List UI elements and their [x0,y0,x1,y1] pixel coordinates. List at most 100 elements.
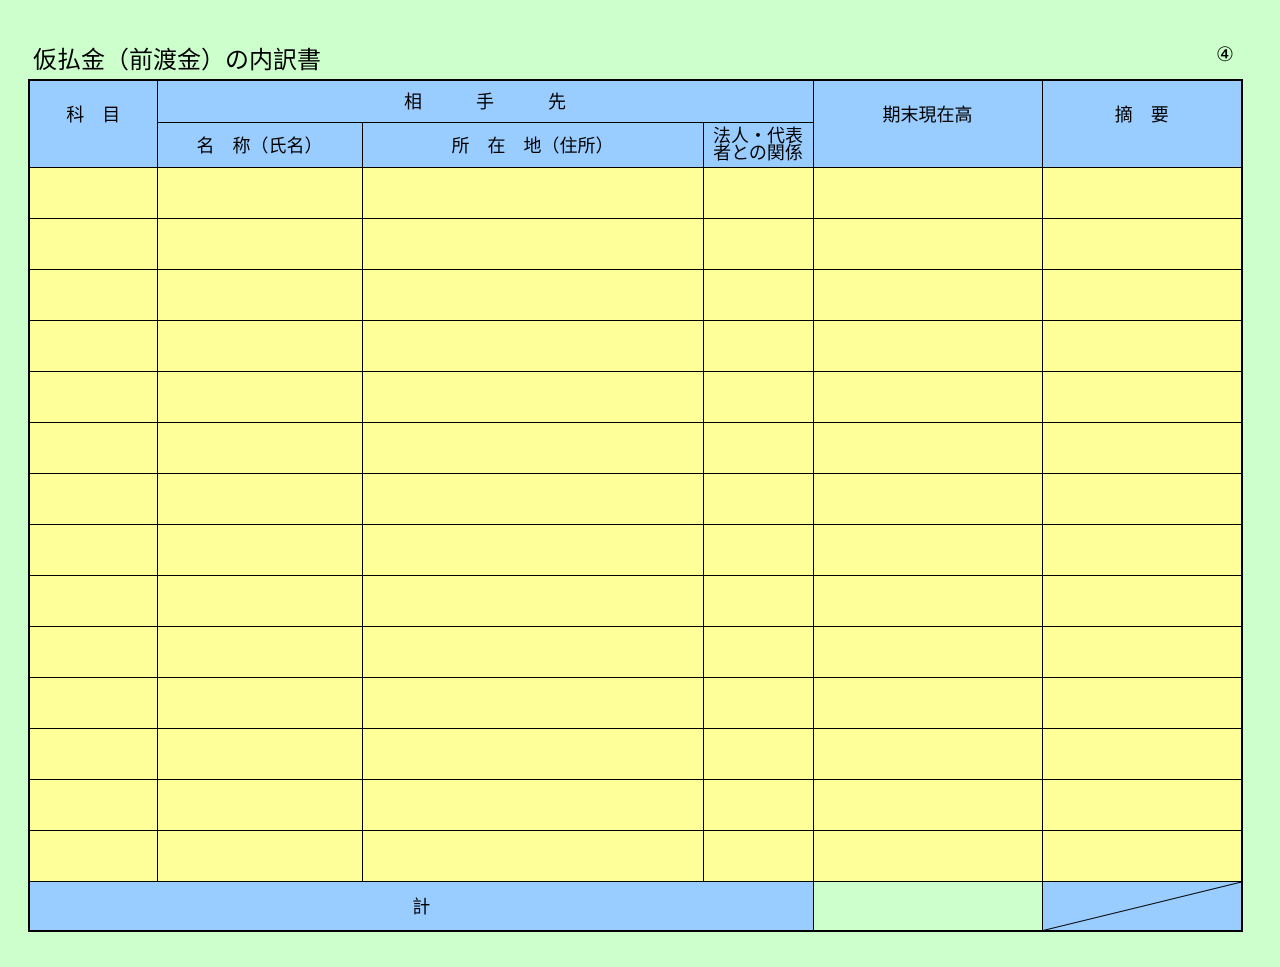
name-cell[interactable] [156,421,363,474]
address-cell[interactable] [361,727,704,780]
remarks-cell[interactable] [1041,829,1243,882]
subject-cell[interactable] [28,676,158,729]
relation-cell[interactable] [702,778,814,831]
subject-cell[interactable] [28,370,158,423]
balance-cell[interactable] [812,676,1043,729]
remarks-cell[interactable] [1041,370,1243,423]
relation-cell[interactable] [702,472,814,525]
address-cell[interactable] [361,574,704,627]
balance-header: 期末現在高 [812,79,1043,168]
balance-cell[interactable] [812,523,1043,576]
remarks-cell[interactable] [1041,523,1243,576]
relation-cell[interactable] [702,829,814,882]
balance-cell[interactable] [812,166,1043,219]
balance-cell[interactable] [812,574,1043,627]
address-cell[interactable] [361,523,704,576]
form-number: ④ [1216,42,1234,66]
name-cell[interactable] [156,268,363,321]
remarks-cell[interactable] [1041,268,1243,321]
name-cell[interactable] [156,166,363,219]
balance-cell[interactable] [812,778,1043,831]
table-row [28,625,1243,678]
balance-cell[interactable] [812,727,1043,780]
remarks-cell[interactable] [1041,472,1243,525]
subject-cell[interactable] [28,625,158,678]
name-header: 名 称（氏名） [156,121,363,168]
address-cell[interactable] [361,676,704,729]
form-title: 仮払金（前渡金）の内訳書 [33,46,321,74]
address-cell[interactable] [361,319,704,372]
address-cell[interactable] [361,472,704,525]
balance-cell[interactable] [812,217,1043,270]
name-cell[interactable] [156,625,363,678]
subject-cell[interactable] [28,166,158,219]
total-label: 計 [28,880,814,932]
balance-cell[interactable] [812,370,1043,423]
relation-cell[interactable] [702,268,814,321]
relation-cell[interactable] [702,217,814,270]
balance-cell[interactable] [812,421,1043,474]
table-row [28,523,1243,576]
remarks-cell[interactable] [1041,778,1243,831]
remarks-cell[interactable] [1041,319,1243,372]
name-cell[interactable] [156,523,363,576]
subject-cell[interactable] [28,574,158,627]
subject-cell[interactable] [28,319,158,372]
subject-cell[interactable] [28,421,158,474]
address-cell[interactable] [361,421,704,474]
relation-cell[interactable] [702,625,814,678]
remarks-cell[interactable] [1041,574,1243,627]
remarks-cell[interactable] [1041,217,1243,270]
relation-cell[interactable] [702,727,814,780]
balance-cell[interactable] [812,268,1043,321]
name-cell[interactable] [156,727,363,780]
name-cell[interactable] [156,472,363,525]
breakdown-table: 科 目 相 手 先 期末現在高 摘 要 名 称（氏名） 所 在 地（住所） 法人… [28,79,1244,932]
address-cell[interactable] [361,166,704,219]
subject-cell[interactable] [28,523,158,576]
address-cell[interactable] [361,370,704,423]
table-row [28,217,1243,270]
name-cell[interactable] [156,676,363,729]
form-page: 仮払金（前渡金）の内訳書 ④ 科 目 相 手 先 期末現在高 摘 要 名 称（氏… [0,0,1280,967]
balance-cell[interactable] [812,472,1043,525]
remarks-cell[interactable] [1041,421,1243,474]
balance-cell[interactable] [812,319,1043,372]
relation-cell[interactable] [702,166,814,219]
name-cell[interactable] [156,778,363,831]
relation-cell[interactable] [702,421,814,474]
address-cell[interactable] [361,217,704,270]
balance-cell[interactable] [812,829,1043,882]
relation-cell[interactable] [702,676,814,729]
remarks-cell[interactable] [1041,625,1243,678]
subject-cell[interactable] [28,472,158,525]
total-amount-cell[interactable] [812,880,1043,932]
address-cell[interactable] [361,268,704,321]
remarks-cell[interactable] [1041,676,1243,729]
subject-cell[interactable] [28,778,158,831]
name-cell[interactable] [156,829,363,882]
relation-cell[interactable] [702,370,814,423]
address-cell[interactable] [361,778,704,831]
address-cell[interactable] [361,625,704,678]
name-cell[interactable] [156,574,363,627]
name-cell[interactable] [156,370,363,423]
name-cell[interactable] [156,217,363,270]
remarks-cell[interactable] [1041,727,1243,780]
remarks-header: 摘 要 [1041,79,1243,168]
subject-cell[interactable] [28,217,158,270]
address-cell[interactable] [361,829,704,882]
subject-cell[interactable] [28,268,158,321]
relation-cell[interactable] [702,319,814,372]
remarks-cell[interactable] [1041,166,1243,219]
total-row: 計 [28,880,1243,932]
subject-cell[interactable] [28,727,158,780]
relation-cell[interactable] [702,523,814,576]
name-cell[interactable] [156,319,363,372]
table-row [28,166,1243,219]
balance-cell[interactable] [812,625,1043,678]
relation-cell[interactable] [702,574,814,627]
subject-cell[interactable] [28,829,158,882]
remarks-total-slashed-cell [1041,880,1243,932]
subject-header: 科 目 [28,79,158,168]
